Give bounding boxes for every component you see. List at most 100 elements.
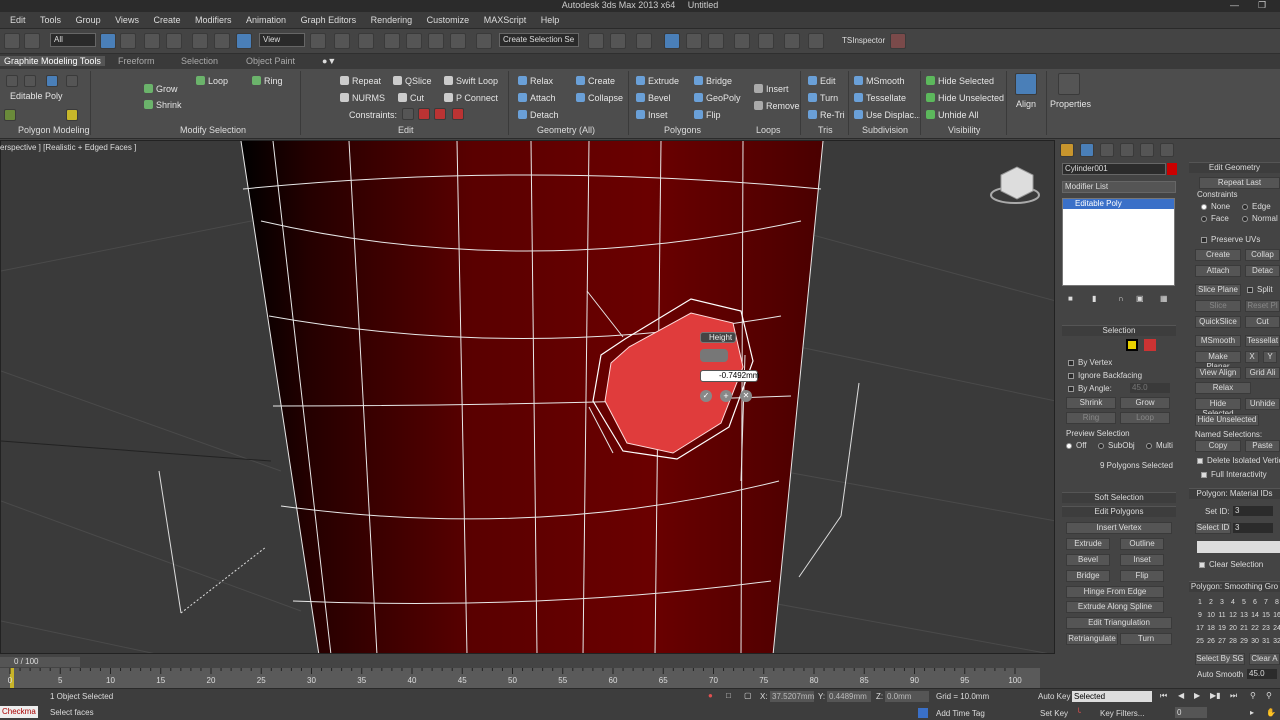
relax-button[interactable]: Relax [518,76,553,86]
constraint-face-radio[interactable]: Face [1201,214,1229,223]
polygon-subobject-icon[interactable] [1126,339,1138,351]
smoothing-group-button[interactable]: 2 [1206,597,1216,608]
smoothing-group-button[interactable]: 3 [1217,597,1227,608]
z-coordinate-field[interactable]: 0.0mm [885,691,929,702]
nurms-button[interactable]: NURMS [340,93,385,103]
menu-views[interactable]: Views [109,12,145,29]
slice-button[interactable]: Slice [1195,300,1241,312]
inset-button[interactable]: Inset [636,110,668,120]
copy-selection-button[interactable]: Copy [1195,440,1241,452]
motion-panel-icon[interactable] [1120,143,1134,157]
auto-smooth-button[interactable]: Auto Smooth [1197,670,1243,679]
msmooth-button[interactable]: MSmooth [854,76,905,86]
graphite-toggle-icon[interactable] [664,33,680,49]
smoothing-groups-rollout[interactable]: Polygon: Smoothing Gro [1189,581,1280,592]
selection-filter-dropdown[interactable]: All [50,33,96,47]
percent-snap-icon[interactable] [428,33,444,49]
smoothing-group-button[interactable]: 14 [1250,610,1260,621]
named-selection-set-dropdown[interactable]: Create Selection Se [499,33,579,47]
set-key-icon[interactable]: ╰ [1076,708,1081,717]
collapse-geometry-button[interactable]: Collap [1245,249,1280,261]
full-interactivity-checkbox[interactable]: Full Interactivity [1201,470,1267,479]
window-crossing-icon[interactable] [166,33,182,49]
caddy-height-spinner[interactable]: -0.7492mm [700,370,759,382]
set-key-button[interactable]: Set Key [1040,709,1068,718]
caddy-apply-icon[interactable]: + [720,390,732,402]
ring-selection-button[interactable]: Ring [1066,412,1116,424]
select-object-icon[interactable] [100,33,116,49]
smoothing-group-button[interactable]: 17 [1195,623,1205,634]
properties-icon[interactable] [1058,73,1080,95]
grow-selection-button[interactable]: Grow [1120,397,1170,409]
redo-icon[interactable] [24,33,40,49]
current-frame-field[interactable]: 0 [1175,707,1207,718]
lock-icon[interactable]: □ [726,691,731,700]
smoothing-group-button[interactable]: 31 [1261,636,1271,647]
smoothing-group-button[interactable]: 25 [1195,636,1205,647]
auto-smooth-spinner[interactable]: 45.0 [1247,669,1277,679]
select-by-name-icon[interactable] [120,33,136,49]
grow-button[interactable]: Grow [144,84,178,94]
preview-off-radio[interactable]: Off [1066,441,1087,450]
bevel-button[interactable]: Bevel [636,93,671,103]
extrude-button[interactable]: Extrude [636,76,679,86]
render-setup-icon[interactable] [758,33,774,49]
time-tag-icon[interactable] [918,708,928,718]
grid-align-button[interactable]: Grid Ali [1245,367,1280,379]
edge-mode-icon[interactable] [24,75,36,87]
smoothing-group-button[interactable]: 7 [1261,597,1271,608]
add-time-tag-button[interactable]: Add Time Tag [936,709,985,718]
use-displace-button[interactable]: Use Displac... [854,110,922,120]
msmooth-panel-button[interactable]: MSmooth [1195,335,1241,347]
zoom-icon[interactable]: ⚲ [1250,691,1256,700]
bridge-button[interactable]: Bridge [694,76,732,86]
smoothing-group-button[interactable]: 12 [1228,610,1238,621]
key-mode-dropdown[interactable]: Selected [1072,691,1152,702]
remove-button[interactable]: Remove [754,101,800,111]
unhide-all-panel-button[interactable]: Unhide [1245,398,1280,410]
edit-geometry-rollout[interactable]: Edit Geometry [1189,162,1280,173]
smoothing-group-button[interactable]: 20 [1228,623,1238,634]
make-unique-icon[interactable]: ∩ [1118,294,1124,303]
geometry-footer[interactable]: Geometry (All) [537,125,595,135]
detach-button[interactable]: Detach [518,110,559,120]
element-subobject-icon[interactable] [1144,339,1156,351]
detach-geometry-button[interactable]: Detac [1245,265,1280,277]
rendered-frame-icon[interactable] [784,33,800,49]
attach-geometry-button[interactable]: Attach [1195,265,1241,277]
curve-editor-icon[interactable] [686,33,702,49]
collapse-button[interactable]: Collapse [576,93,623,103]
tris-edit-button[interactable]: Edit [808,76,836,86]
smoothing-group-button[interactable]: 22 [1250,623,1260,634]
tab-graphite-modeling-tools[interactable]: Graphite Modeling Tools [0,56,105,66]
bridge-panel-button[interactable]: Bridge [1066,570,1110,582]
extrude-along-spline-button[interactable]: Extrude Along Spline [1066,601,1164,613]
split-checkbox[interactable]: Split [1247,285,1273,294]
element-mode-icon[interactable] [66,75,78,87]
loop-button[interactable]: Loop [196,76,228,86]
tsinspector-icon[interactable] [890,33,906,49]
shrink-button[interactable]: Shrink [144,100,182,110]
modifier-list-dropdown[interactable]: Modifier List [1062,181,1176,193]
create-panel-icon[interactable] [1060,143,1074,157]
menu-create[interactable]: Create [147,12,186,29]
polygon-modeling-footer[interactable]: Polygon Modeling [18,125,90,135]
viewport-label[interactable]: erspective ] [Realistic + Edged Faces ] [0,143,136,152]
go-to-end-icon[interactable]: ⏭ [1230,691,1237,701]
checkmate-badge[interactable]: Checkma [0,706,38,718]
visibility-footer[interactable]: Visibility [948,125,980,135]
modify-panel-icon[interactable] [1080,143,1094,157]
schematic-view-icon[interactable] [708,33,724,49]
scale-icon[interactable] [236,33,252,49]
render-icon[interactable] [808,33,824,49]
constraint-normal-radio[interactable]: Normal [1242,214,1278,223]
delete-isolated-checkbox[interactable]: Delete Isolated Vertic [1197,456,1280,465]
menu-help[interactable]: Help [535,12,566,29]
tessellate-button[interactable]: Tessellate [854,93,906,103]
rectangle-select-icon[interactable] [144,33,160,49]
align-button[interactable]: Align [1016,99,1036,109]
by-vertex-checkbox[interactable]: By Vertex [1068,358,1112,367]
material-editor-icon[interactable] [734,33,750,49]
by-angle-checkbox[interactable]: By Angle: [1068,384,1112,393]
outline-panel-button[interactable]: Outline [1120,538,1164,550]
